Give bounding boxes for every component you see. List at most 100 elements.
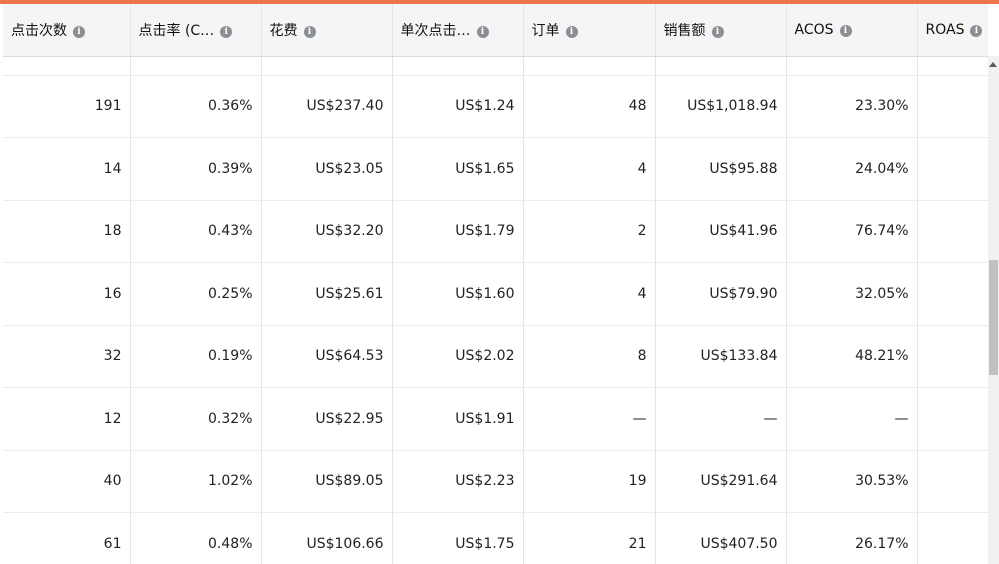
table-row[interactable]: 32 0.19% US$64.53 US$2.02 8 US$133.84 48.21%: [3, 325, 988, 388]
table-cell: 76.74%: [785, 200, 917, 263]
table-cell: 19: [522, 450, 655, 513]
table-cell: [916, 387, 988, 451]
table-cell: US$22.95: [260, 387, 392, 451]
table-cell: 23.30%: [785, 75, 917, 138]
metrics-table: 点击次数 i 点击率 (C… i 花费 i 单次点击… i 订单 i 销售额 i ACOS i…: [3, 4, 988, 564]
table-cell: 4: [522, 137, 655, 201]
table-row[interactable]: 18 0.43% US$32.20 US$1.79 2 US$41.96 76.74%: [3, 200, 988, 263]
col-header-clicks[interactable]: 点击次数 i: [3, 4, 130, 57]
table-row[interactable]: 16 0.25% US$25.61 US$1.60 4 US$79.90 32.05%: [3, 262, 988, 326]
table-cell: 1.02%: [129, 450, 261, 513]
table-cell: 30.53%: [785, 450, 917, 513]
table-cell: 21: [522, 512, 655, 564]
info-icon[interactable]: i: [73, 25, 85, 38]
table-cell: 2: [522, 200, 655, 263]
table-row[interactable]: 40 1.02% US$89.05 US$2.23 19 US$291.64 30.53%: [3, 450, 988, 513]
table-cell: 0.36%: [129, 75, 261, 138]
table-row[interactable]: 61 0.48% US$106.66 US$1.75 21 US$407.50 26.17%: [3, 512, 988, 564]
col-header-ctr[interactable]: 点击率 (C… i: [129, 4, 261, 57]
col-header-label: 花费: [269, 22, 298, 39]
table-cell: 48: [522, 75, 655, 138]
table-cell: [522, 56, 655, 76]
table-cell: 16: [3, 262, 130, 326]
table-cell: —: [654, 387, 786, 451]
table-cell: US$407.50: [654, 512, 786, 564]
info-icon[interactable]: i: [970, 24, 983, 37]
table-cell: US$89.05: [260, 450, 392, 513]
col-header-label: ACOS: [794, 21, 834, 38]
info-icon[interactable]: i: [839, 24, 852, 37]
info-icon[interactable]: i: [711, 25, 724, 38]
table-cell: US$41.96: [654, 200, 786, 263]
table-cell: [916, 137, 988, 201]
table-cell: 61: [3, 512, 130, 564]
table-cell: [3, 56, 130, 76]
info-icon[interactable]: i: [303, 25, 316, 38]
col-header-roas[interactable]: ROAS i: [916, 4, 988, 57]
table-cell: 32.05%: [785, 262, 917, 326]
table-cell: [916, 56, 988, 76]
table-cell: US$79.90: [654, 262, 786, 326]
table-cell: US$64.53: [260, 325, 392, 388]
table-cell: 18: [3, 200, 130, 263]
table-cell: 48.21%: [785, 325, 917, 388]
info-icon[interactable]: i: [565, 25, 578, 38]
table-cell: [654, 56, 786, 76]
table-row[interactable]: 191 0.36% US$237.40 US$1.24 48 US$1,018.94 23.…: [3, 75, 988, 138]
table-cell: 0.19%: [129, 325, 261, 388]
header-row: 点击次数 i 点击率 (C… i 花费 i 单次点击… i 订单 i 销售额 i ACOS i…: [3, 4, 988, 57]
chevron-up-icon[interactable]: [989, 62, 997, 67]
col-header-acos[interactable]: ACOS i: [785, 4, 917, 57]
table-cell: 12: [3, 387, 130, 451]
table-cell: 0.25%: [129, 262, 261, 326]
partial-row: [3, 56, 988, 76]
table-cell: [916, 450, 988, 513]
table-cell: [785, 56, 917, 76]
table-row[interactable]: 12 0.32% US$22.95 US$1.91— — —: [3, 387, 988, 451]
col-header-orders[interactable]: 订单 i: [522, 4, 655, 57]
table-row[interactable]: 14 0.39% US$23.05 US$1.65 4 US$95.88 24.04%: [3, 137, 988, 201]
col-header-label: 点击次数: [11, 22, 67, 39]
table-cell: 0.39%: [129, 137, 261, 201]
col-header-label: 销售额: [663, 22, 706, 39]
table-cell: US$2.02: [391, 325, 523, 388]
table-cell: 4: [522, 262, 655, 326]
table-cell: 8: [522, 325, 655, 388]
table-cell: 0.48%: [129, 512, 261, 564]
table-cell: —: [785, 387, 917, 451]
info-icon[interactable]: i: [476, 25, 489, 38]
table-cell: US$2.23: [391, 450, 523, 513]
table-cell: [916, 75, 988, 138]
table-cell: US$95.88: [654, 137, 786, 201]
col-header-cpc[interactable]: 单次点击… i: [391, 4, 523, 57]
table-cell: 40: [3, 450, 130, 513]
table-cell: 14: [3, 137, 130, 201]
metrics-table-container: 点击次数 i 点击率 (C… i 花费 i 单次点击… i 订单 i 销售额 i ACOS i…: [3, 4, 988, 564]
table-cell: US$23.05: [260, 137, 392, 201]
table-cell: US$1.79: [391, 200, 523, 263]
table-cell: US$32.20: [260, 200, 392, 263]
col-header-spend[interactable]: 花费 i: [260, 4, 392, 57]
table-cell: [916, 512, 988, 564]
table-cell: 0.43%: [129, 200, 261, 263]
table-cell: US$1.75: [391, 512, 523, 564]
table-cell: US$106.66: [260, 512, 392, 564]
table-cell: 32: [3, 325, 130, 388]
col-header-sales[interactable]: 销售额 i: [654, 4, 786, 57]
table-cell: US$133.84: [654, 325, 786, 388]
col-header-label: 点击率 (C…: [138, 22, 215, 39]
table-cell: [916, 200, 988, 263]
table-cell: 191: [3, 75, 130, 138]
info-icon[interactable]: i: [220, 25, 233, 38]
table-cell: US$25.61: [260, 262, 392, 326]
scrollbar-thumb[interactable]: [989, 260, 998, 375]
col-header-label: 单次点击…: [400, 22, 471, 39]
col-header-label: ROAS: [925, 21, 965, 38]
table-cell: [391, 56, 523, 76]
table-cell: [129, 56, 261, 76]
table-cell: US$1.24: [391, 75, 523, 138]
table-cell: [916, 325, 988, 388]
table-cell: 24.04%: [785, 137, 917, 201]
col-header-label: 订单: [531, 22, 560, 39]
table-cell: US$1,018.94: [654, 75, 786, 138]
